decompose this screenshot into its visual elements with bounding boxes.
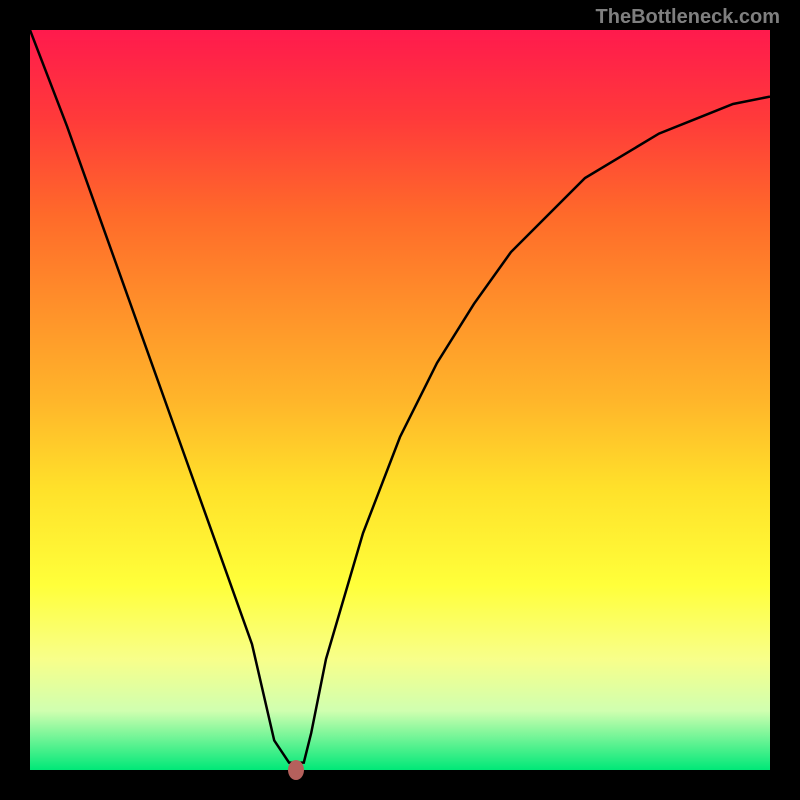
optimum-point-marker (288, 760, 304, 780)
watermark-text: TheBottleneck.com (596, 6, 780, 29)
bottleneck-curve (30, 30, 770, 770)
chart-gradient-background (30, 30, 770, 770)
